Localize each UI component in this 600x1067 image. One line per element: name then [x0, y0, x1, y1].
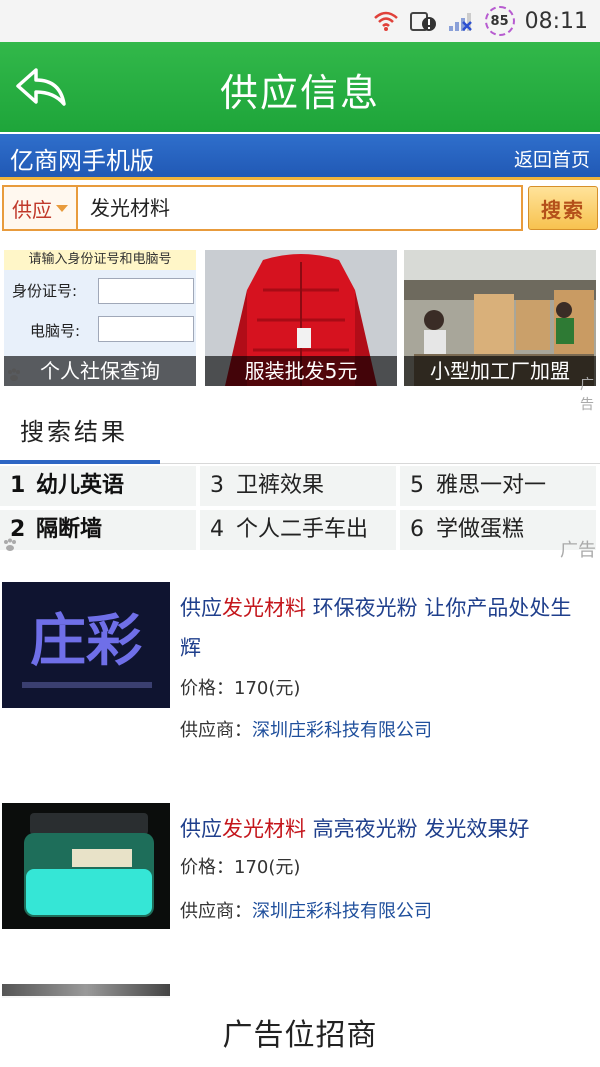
hot-search-grid: 1 幼儿英语 3 卫裤效果 5 雅思一对一 2 隔断墙 4 个人二手车出 6 学做蛋糕	[0, 466, 600, 552]
brand-image: 庄彩	[2, 582, 170, 708]
result-item[interactable]: 庄彩 供应发光材料 环保夜光粉 让你产品处处生辉 价格：170(元) 供应商：深…	[0, 582, 600, 742]
paw-icon	[8, 368, 20, 381]
banner-caption: 小型加工厂加盟	[404, 356, 596, 386]
supplier-link[interactable]: 深圳庄彩科技有限公司	[252, 720, 432, 741]
hot-search-item[interactable]: 4 个人二手车出	[200, 510, 396, 550]
hot-search-item[interactable]: 1 幼儿英语	[0, 466, 196, 506]
hot-search-rank: 1	[10, 473, 26, 498]
glow-jar-image	[2, 803, 170, 929]
hot-search-rank: 5	[410, 473, 424, 498]
hot-search-item[interactable]: 2 隔断墙	[0, 510, 196, 550]
paw-icon	[4, 538, 16, 551]
signal-icon	[448, 13, 472, 31]
battery-level: 85	[490, 13, 509, 29]
supplier-label: 供应商：	[180, 901, 252, 922]
hot-search-rank: 6	[410, 517, 424, 542]
result-title[interactable]: 供应发光材料 高亮夜光粉 发光效果好	[180, 809, 590, 849]
hot-search-rank: 3	[210, 473, 224, 498]
banner-form-header: 请输入身份证号和电脑号	[4, 250, 196, 270]
banner-factory[interactable]: 小型加工厂加盟	[404, 250, 596, 386]
banner-field-pc	[98, 316, 194, 342]
result-title-keyword: 发光材料	[222, 596, 306, 620]
result-thumbnail: 庄彩	[2, 582, 170, 708]
results-tab-strip: 搜索结果	[0, 404, 600, 464]
result-supplier: 供应商：深圳庄彩科技有限公司	[180, 716, 432, 742]
thumb-brand-text: 庄彩	[30, 609, 142, 674]
wifi-icon	[373, 11, 398, 31]
banner-field-label-pc: 电脑号:	[30, 322, 81, 340]
result-thumbnail	[2, 803, 170, 929]
banner-field-id	[98, 278, 194, 304]
banner-clothing[interactable]: 服装批发5元	[205, 250, 397, 386]
hot-search-text: 卫裤效果	[236, 473, 325, 498]
search-type-label: 供应	[12, 197, 52, 222]
hot-search-text: 幼儿英语	[36, 473, 125, 498]
hot-search-text: 个人二手车出	[236, 517, 369, 542]
tab-underline	[0, 460, 160, 464]
result-title[interactable]: 供应发光材料 环保夜光粉 让你产品处处生辉	[180, 588, 590, 668]
home-link[interactable]: 返回首页	[514, 145, 590, 172]
banner-field-label-id: 身份证号:	[12, 282, 78, 300]
hot-search-item[interactable]: 3 卫裤效果	[200, 466, 396, 506]
banner-caption: 个人社保查询	[4, 356, 196, 386]
site-name: 亿商网手机版	[10, 147, 154, 175]
search-type-dropdown[interactable]: 供应	[4, 187, 78, 229]
ad-label: 广告	[560, 540, 596, 561]
hot-search-item[interactable]: 5 雅思一对一	[400, 466, 596, 506]
result-title-prefix: 供应	[180, 817, 222, 841]
status-bar: 85 08:11	[0, 0, 600, 42]
sim-alert-icon	[409, 12, 436, 31]
result-title-prefix: 供应	[180, 596, 222, 620]
tab-search-results[interactable]: 搜索结果	[20, 412, 128, 447]
supplier-link[interactable]: 深圳庄彩科技有限公司	[252, 901, 432, 922]
result-price: 价格：170(元)	[180, 857, 301, 878]
supplier-label: 供应商：	[180, 720, 252, 741]
banner-social-security[interactable]: 请输入身份证号和电脑号 身份证号: 电脑号: 个人社保查询	[4, 250, 196, 386]
footer-ad-banner[interactable]: 广告位招商	[0, 996, 600, 1067]
result-supplier: 供应商：深圳庄彩科技有限公司	[180, 897, 432, 923]
search-bar: 供应 发光材料 搜索	[0, 185, 600, 233]
result-title-suffix: 高亮夜光粉 发光效果好	[306, 817, 530, 841]
battery-icon: 85	[484, 6, 515, 36]
search-input[interactable]: 发光材料	[90, 187, 510, 229]
banner-ads: 请输入身份证号和电脑号 身份证号: 电脑号: 个人社保查询 服装批发5元 小型加…	[0, 246, 600, 413]
status-time: 08:11	[524, 8, 588, 34]
chevron-down-icon	[56, 204, 68, 212]
page-title: 供应信息	[219, 71, 380, 115]
result-title-keyword: 发光材料	[222, 817, 306, 841]
hot-search-text: 隔断墙	[36, 517, 103, 542]
result-price: 价格：170(元)	[180, 678, 301, 699]
hot-search-text: 学做蛋糕	[436, 517, 525, 542]
hot-search-text: 雅思一对一	[436, 473, 547, 498]
site-bar: 亿商网手机版 返回首页	[0, 134, 600, 180]
banner-caption: 服装批发5元	[205, 356, 397, 386]
search-box: 供应 发光材料	[2, 185, 523, 231]
search-button[interactable]: 搜索	[528, 186, 598, 230]
status-icons: 85 08:11	[373, 4, 588, 38]
result-item[interactable]: 供应发光材料 高亮夜光粉 发光效果好 价格：170(元) 供应商：深圳庄彩科技有…	[0, 803, 600, 963]
footer-ad-text: 广告位招商	[222, 1018, 378, 1053]
app-header: 供应信息	[0, 42, 600, 132]
hot-search-rank: 4	[210, 517, 224, 542]
